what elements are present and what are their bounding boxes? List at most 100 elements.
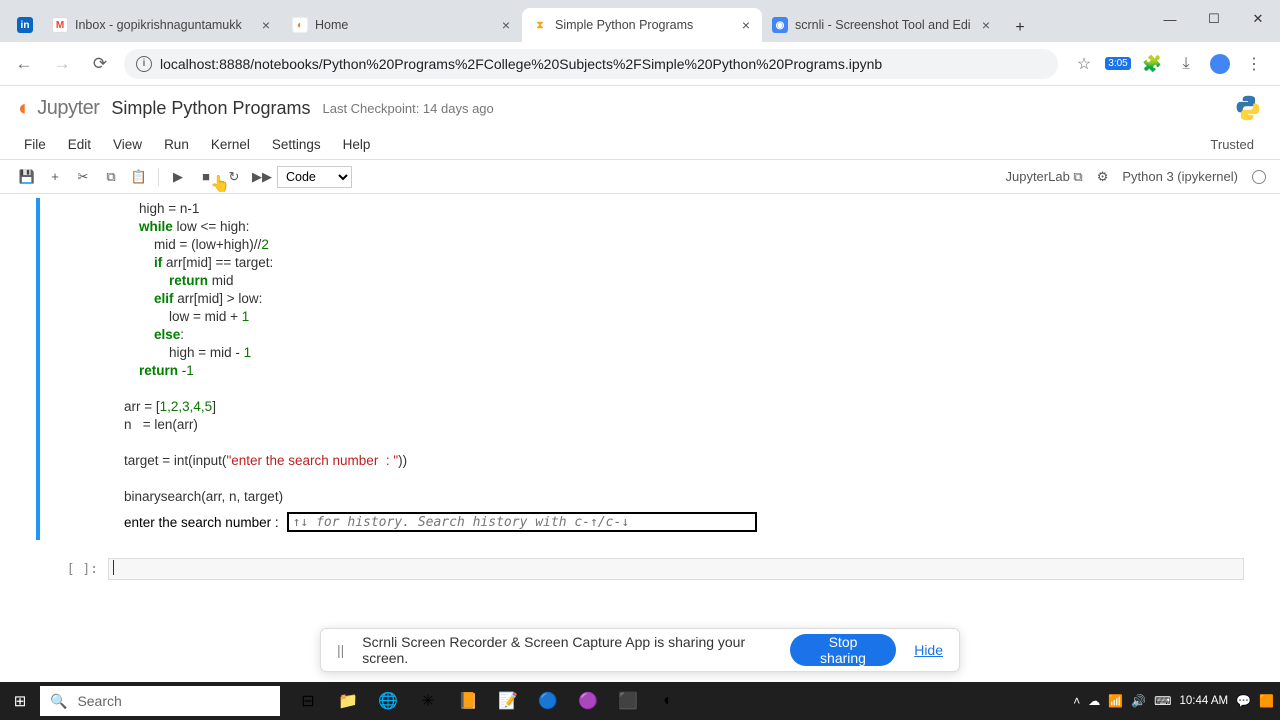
- tab-label: Home: [315, 18, 493, 32]
- jupyter-icon: ◐: [292, 17, 308, 33]
- linkedin-icon: in: [17, 17, 33, 33]
- save-button[interactable]: 💾: [14, 164, 40, 190]
- menu-view[interactable]: View: [103, 133, 152, 156]
- hide-link[interactable]: Hide: [914, 642, 943, 658]
- code-cell[interactable]: high = n-1 while low <= high: mid = (low…: [36, 198, 1244, 540]
- screenshare-text: Scrnli Screen Recorder & Screen Capture …: [362, 634, 772, 666]
- url-text: localhost:8888/notebooks/Python%20Progra…: [160, 56, 882, 72]
- jupyter-menubar: File Edit View Run Kernel Settings Help …: [0, 130, 1280, 160]
- paste-button[interactable]: 📋: [126, 164, 152, 190]
- close-icon[interactable]: ×: [980, 17, 992, 33]
- tray-chevron-icon[interactable]: ˄: [1073, 694, 1080, 708]
- chrome-menu-icon[interactable]: ⋮: [1244, 54, 1264, 74]
- new-tab-button[interactable]: +: [1006, 14, 1034, 42]
- restart-button[interactable]: ↻: [221, 164, 247, 190]
- menu-edit[interactable]: Edit: [58, 133, 101, 156]
- settings-icon[interactable]: ⚙: [1097, 169, 1109, 185]
- wifi-icon[interactable]: 📶: [1108, 694, 1123, 708]
- jupyter-task-icon[interactable]: ◐: [648, 682, 688, 720]
- tab-gmail[interactable]: M Inbox - gopikrishnaguntamukk ×: [42, 8, 282, 42]
- close-icon[interactable]: ×: [740, 17, 752, 33]
- cut-button[interactable]: ✂: [70, 164, 96, 190]
- windows-taskbar: ⊞ 🔍 Search ⊟ 📁 🌐 ✳ 📙 📝 🔵 🟣 ⬛ ◐ ˄ ☁ 📶 🔊 ⌨…: [0, 682, 1280, 720]
- forward-button[interactable]: →: [48, 50, 76, 78]
- profile-avatar[interactable]: [1210, 54, 1230, 74]
- stop-sharing-button[interactable]: Stop sharing: [790, 634, 896, 666]
- chrome-icon[interactable]: 🌐: [368, 682, 408, 720]
- screenshare-bar: || Scrnli Screen Recorder & Screen Captu…: [320, 628, 960, 672]
- maximize-button[interactable]: ☐: [1192, 4, 1236, 34]
- downloads-icon[interactable]: ⤓: [1176, 54, 1196, 74]
- app-icon[interactable]: ✳: [408, 682, 448, 720]
- start-button[interactable]: ⊞: [0, 682, 40, 720]
- notifications-icon[interactable]: 💬: [1236, 694, 1251, 708]
- menu-kernel[interactable]: Kernel: [201, 133, 260, 156]
- close-icon[interactable]: ×: [500, 17, 512, 33]
- app-icon-2[interactable]: 🔵: [528, 682, 568, 720]
- jupyter-logo[interactable]: ◐ Jupyter: [18, 95, 99, 121]
- system-tray: ˄ ☁ 📶 🔊 ⌨ 10:44 AM 💬 🟧: [1073, 694, 1280, 708]
- window-controls: — ☐ ✕: [1148, 0, 1280, 38]
- menu-file[interactable]: File: [14, 133, 56, 156]
- cloud-icon[interactable]: ☁: [1088, 694, 1100, 708]
- empty-code-cell[interactable]: [ ]:: [36, 554, 1244, 584]
- kernel-name[interactable]: Python 3 (ipykernel): [1122, 169, 1238, 184]
- input-prompt-row: enter the search number :: [40, 512, 1244, 532]
- reload-button[interactable]: ⟳: [86, 50, 114, 78]
- menu-help[interactable]: Help: [333, 133, 381, 156]
- close-window-button[interactable]: ✕: [1236, 4, 1280, 34]
- back-button[interactable]: ←: [10, 50, 38, 78]
- empty-code-editor[interactable]: [108, 558, 1244, 580]
- checkpoint-label: Last Checkpoint: 14 days ago: [322, 101, 493, 116]
- menu-run[interactable]: Run: [154, 133, 199, 156]
- app-icon-3[interactable]: ⬛: [608, 682, 648, 720]
- extension-badge[interactable]: 3:05: [1108, 54, 1128, 74]
- tab-jupyter-home[interactable]: ◐ Home ×: [282, 8, 522, 42]
- fast-forward-button[interactable]: ▶▶: [249, 164, 275, 190]
- notes-icon[interactable]: 📝: [488, 682, 528, 720]
- linkedin-pinned-tab[interactable]: in: [8, 8, 42, 42]
- tab-label: Simple Python Programs: [555, 18, 733, 32]
- notebook-area: high = n-1 while low <= high: mid = (low…: [0, 194, 1280, 634]
- keyboard-icon[interactable]: ⌨: [1154, 694, 1171, 708]
- clock[interactable]: 10:44 AM: [1180, 695, 1229, 708]
- input-prompt-label: enter the search number :: [124, 515, 279, 530]
- site-info-icon[interactable]: i: [136, 56, 152, 72]
- stdin-input[interactable]: [287, 512, 757, 532]
- extensions-icon[interactable]: 🧩: [1142, 54, 1162, 74]
- menu-settings[interactable]: Settings: [262, 133, 331, 156]
- copy-button[interactable]: ⧉: [98, 164, 124, 190]
- code-editor[interactable]: high = n-1 while low <= high: mid = (low…: [40, 198, 1244, 512]
- jupyterlab-link[interactable]: JupyterLab ⧉: [1005, 169, 1082, 185]
- address-bar: ← → ⟳ i localhost:8888/notebooks/Python%…: [0, 42, 1280, 86]
- tab-notebook[interactable]: ⧗ Simple Python Programs ×: [522, 8, 762, 42]
- cell-prompt: [ ]:: [36, 562, 108, 577]
- minimize-button[interactable]: —: [1148, 4, 1192, 34]
- tray-end-icon[interactable]: 🟧: [1259, 694, 1274, 708]
- run-button[interactable]: ▶: [165, 164, 191, 190]
- kernel-status-icon[interactable]: [1252, 170, 1266, 184]
- stop-button[interactable]: ■: [193, 164, 219, 190]
- volume-icon[interactable]: 🔊: [1131, 694, 1146, 708]
- browser-tabstrip: in M Inbox - gopikrishnaguntamukk × ◐ Ho…: [0, 0, 1280, 42]
- close-icon[interactable]: ×: [260, 17, 272, 33]
- python-logo-icon: [1234, 94, 1262, 122]
- sublime-icon[interactable]: 📙: [448, 682, 488, 720]
- scrnli-icon: ◉: [772, 17, 788, 33]
- notebook-title[interactable]: Simple Python Programs: [111, 98, 310, 119]
- url-input[interactable]: i localhost:8888/notebooks/Python%20Prog…: [124, 49, 1058, 79]
- search-placeholder: Search: [77, 693, 121, 709]
- hourglass-icon: ⧗: [532, 17, 548, 33]
- task-view-icon[interactable]: ⊟: [288, 682, 328, 720]
- cell-type-select[interactable]: Code: [277, 166, 352, 188]
- eclipse-icon[interactable]: 🟣: [568, 682, 608, 720]
- tab-label: scrnli - Screenshot Tool and Edi: [795, 18, 973, 32]
- bookmark-star-icon[interactable]: ☆: [1074, 54, 1094, 74]
- taskbar-search[interactable]: 🔍 Search: [40, 686, 280, 716]
- gmail-icon: M: [52, 17, 68, 33]
- trusted-label[interactable]: Trusted: [1210, 137, 1266, 152]
- file-explorer-icon[interactable]: 📁: [328, 682, 368, 720]
- tab-label: Inbox - gopikrishnaguntamukk: [75, 18, 253, 32]
- tab-scrnli[interactable]: ◉ scrnli - Screenshot Tool and Edi ×: [762, 8, 1002, 42]
- insert-cell-button[interactable]: +: [42, 164, 68, 190]
